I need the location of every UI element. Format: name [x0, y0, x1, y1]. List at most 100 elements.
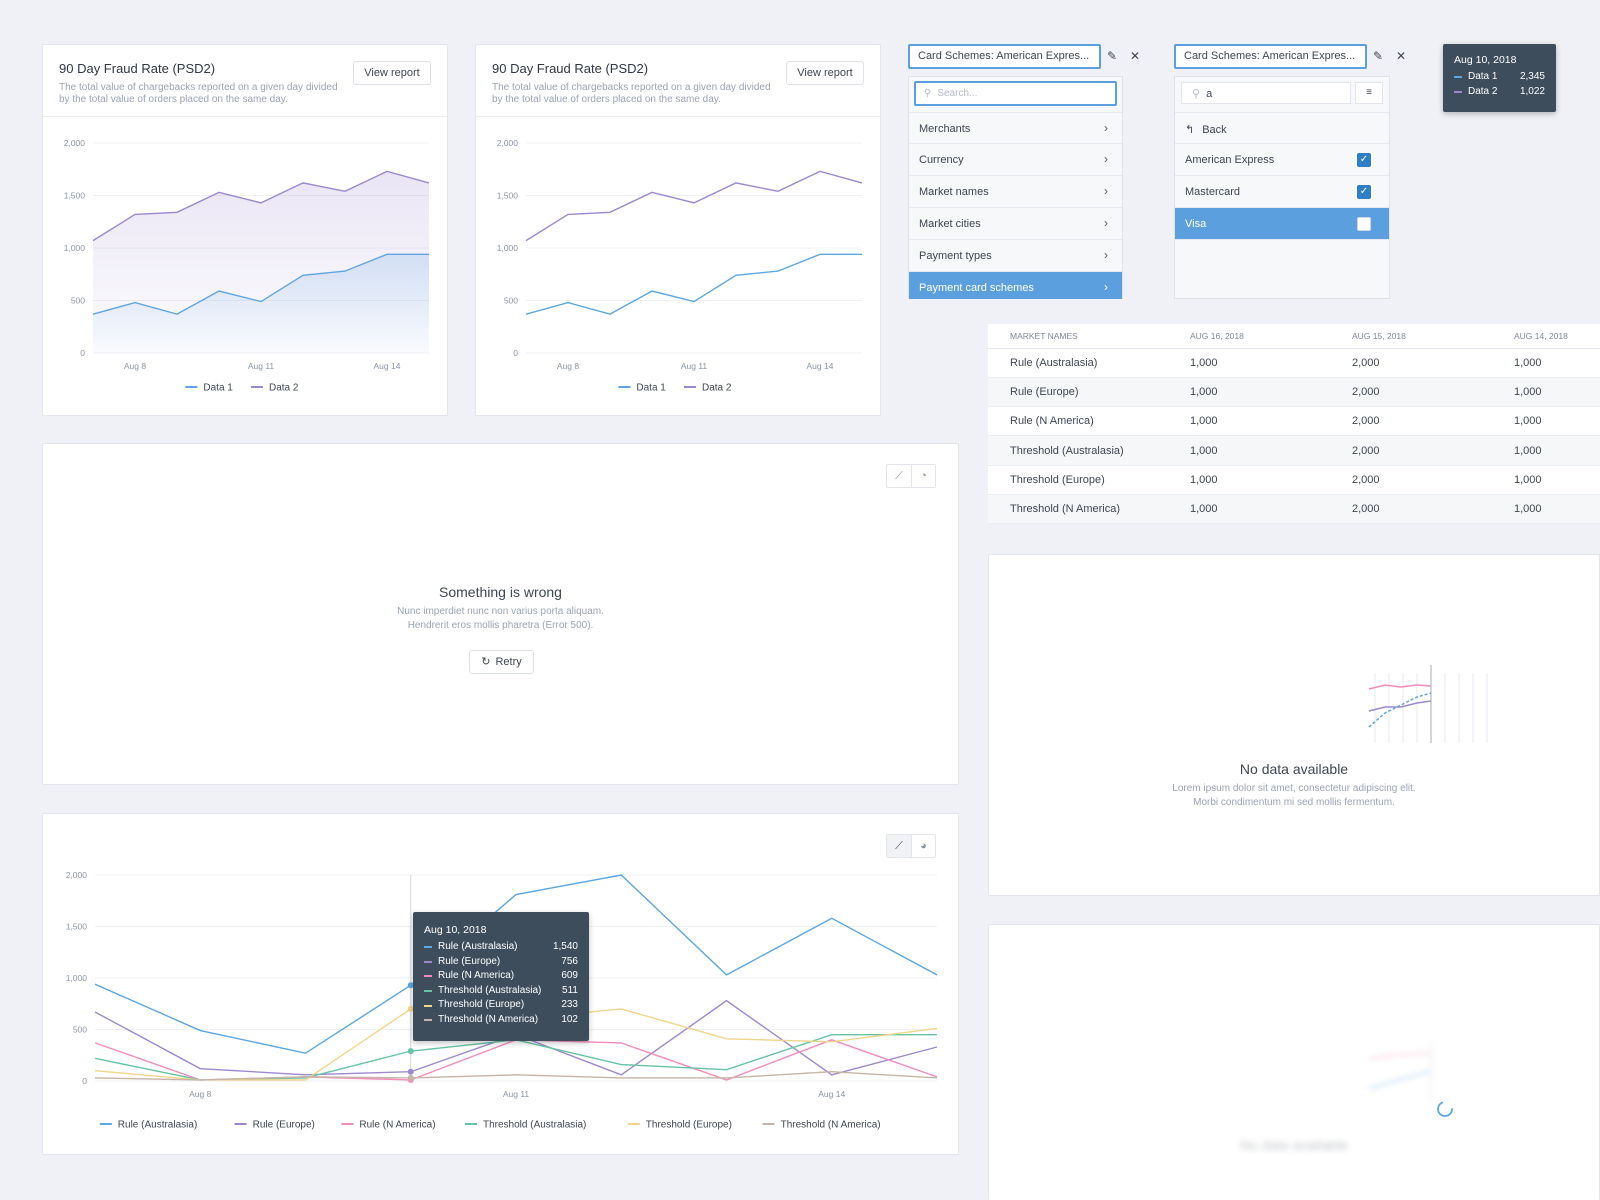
series-name: Rule (Australasia): [438, 941, 518, 952]
search-placeholder: Search...: [937, 88, 978, 99]
y-tick-label: 0: [82, 1076, 87, 1086]
checkbox-unchecked[interactable]: [1357, 217, 1371, 231]
menu-item-currency[interactable]: Currency ›: [909, 144, 1122, 176]
series-point-threshold-n-america: [407, 1074, 414, 1081]
x-tick-label: Aug 11: [248, 361, 275, 371]
menu-item-market-cities[interactable]: Market cities ›: [909, 208, 1122, 240]
table-cell: 2,000: [1330, 465, 1492, 495]
checkbox-checked[interactable]: ✓: [1357, 185, 1371, 199]
sort-button[interactable]: ≡: [1355, 82, 1383, 104]
multi-series-tooltip: Aug 10, 2018 Rule (Australasia) 1,540 Rul…: [413, 912, 589, 1041]
chevron-right-icon: ›: [1104, 121, 1108, 135]
tooltip-row: Rule (Europe) 756: [424, 955, 578, 970]
market-names-table: MARKET NAMES AUG 16, 2018 AUG 15, 2018 A…: [988, 324, 1600, 525]
legend-label: Data 1: [203, 383, 233, 394]
tooltip-row: Threshold (N America) 102: [424, 1013, 578, 1028]
clear-filter-button[interactable]: ✕: [1124, 44, 1146, 69]
column-header[interactable]: AUG 16, 2018: [1168, 324, 1330, 349]
option-visa[interactable]: Visa: [1175, 208, 1389, 240]
table-cell: 2,000: [1330, 435, 1492, 466]
sort-icon: ≡: [1366, 87, 1372, 98]
legend-label: Threshold (Europe): [646, 1120, 732, 1131]
x-tick-label: Aug 14: [818, 1089, 845, 1099]
menu-item-payment-card-schemes[interactable]: Payment card schemes ›: [909, 272, 1122, 299]
filter-search-input[interactable]: ⚲ Search...: [914, 81, 1117, 106]
series-swatch: [1454, 76, 1462, 79]
line-chart-icon[interactable]: ⟋: [887, 465, 911, 487]
y-tick-label: 500: [71, 296, 85, 306]
spinner-ring: [1437, 1101, 1453, 1117]
legend-label: Data 2: [702, 383, 732, 394]
column-header[interactable]: MARKET NAMES: [988, 324, 1168, 349]
pie-chart-icon[interactable]: ◔: [911, 465, 935, 487]
fraud-rate-card-area: 90 Day Fraud Rate (PSD2) The total value…: [42, 44, 448, 416]
menu-item-label: Payment card schemes: [919, 282, 1034, 294]
error-message-line2: Hendrerit eros mollis pharetra (Error 50…: [407, 620, 594, 631]
edit-filter-button[interactable]: ✎: [1367, 44, 1389, 69]
menu-item-market-names[interactable]: Market names ›: [909, 176, 1122, 208]
view-report-button[interactable]: View report: [353, 61, 431, 85]
series-point-threshold-australasia: [407, 1048, 414, 1055]
legend-item: Rule (Australasia): [99, 1120, 197, 1131]
no-data-illustration: [1368, 665, 1488, 743]
option-american-express[interactable]: American Express ✓: [1175, 144, 1389, 176]
series-area-data-2: [93, 171, 429, 353]
no-data-line2: Morbi condimentum mi sed mollis fermentu…: [1193, 797, 1395, 808]
series-swatch: [424, 946, 432, 949]
ghost-pink-line: [1368, 1052, 1432, 1060]
series-value: 511: [562, 984, 578, 996]
option-mastercard[interactable]: Mastercard ✓: [1175, 176, 1389, 208]
fraud-rate-card-line: 90 Day Fraud Rate (PSD2) The total value…: [475, 44, 881, 416]
error-chart-card: ⟋ ◔ Something is wrong Nunc imperdiet nun…: [42, 443, 959, 785]
checklist-search-input[interactable]: ⚲ a: [1181, 82, 1351, 104]
legend-label: Rule (Australasia): [118, 1120, 197, 1131]
legend-item: Data 1: [185, 383, 233, 394]
close-icon: ✕: [1129, 49, 1141, 63]
card-schemes-filter-input[interactable]: Card Schemes: American Expres...: [908, 44, 1101, 69]
edit-filter-button[interactable]: ✎: [1101, 44, 1123, 69]
y-tick-label: 2,000: [497, 138, 519, 148]
y-tick-label: 2,000: [64, 138, 86, 148]
series-value: 609: [561, 970, 578, 982]
menu-item-payment-types[interactable]: Payment types ›: [909, 240, 1122, 272]
legend-item: Threshold (Australasia): [465, 1120, 586, 1131]
series-name: Threshold (Australasia): [438, 984, 542, 996]
chart-legend: Data 1 Data 2: [618, 383, 732, 394]
clear-filter-button[interactable]: ✕: [1390, 44, 1412, 69]
view-report-button[interactable]: View report: [786, 61, 864, 85]
series-value: 102: [561, 1013, 578, 1025]
table-cell: 1,000: [1492, 348, 1600, 378]
checkbox-checked[interactable]: ✓: [1357, 153, 1371, 167]
menu-item-merchants[interactable]: Merchants ›: [909, 112, 1122, 144]
back-button[interactable]: ↰ Back: [1175, 112, 1389, 144]
tooltip-date: Aug 10, 2018: [424, 924, 487, 936]
table-cell: 2,000: [1330, 377, 1492, 408]
menu-item-label: Market names: [919, 186, 989, 198]
tooltip-row: Data 2 1,022: [1454, 85, 1545, 100]
option-label: American Express: [1185, 154, 1275, 166]
menu-item-label: Market cities: [919, 218, 981, 230]
table-row: Rule (N America) 1,000 2,000 1,000: [988, 406, 1600, 437]
retry-label: Retry: [495, 656, 522, 668]
series-point-rule-europe: [407, 1068, 414, 1075]
legend-item: Rule (N America): [341, 1120, 436, 1131]
filter-category-menu: ⚲ Search... Merchants › Currency › Market n…: [908, 76, 1123, 299]
table-cell: 1,000: [1168, 377, 1330, 408]
table-cell: 1,000: [1168, 435, 1330, 466]
table-cell: Threshold (Europe): [988, 465, 1168, 495]
no-data-line1: Lorem ipsum dolor sit amet, consectetur …: [1172, 783, 1416, 794]
table-cell: Threshold (Australasia): [988, 435, 1168, 466]
x-tick-label: Aug 14: [374, 361, 401, 371]
retry-button[interactable]: ↻ Retry: [469, 650, 534, 674]
tooltip-date: Aug 10, 2018: [1454, 54, 1517, 66]
x-tick-label: Aug 11: [503, 1089, 530, 1099]
card-schemes-filter-input-2[interactable]: Card Schemes: American Expres...: [1174, 44, 1367, 69]
table-cell: Rule (Australasia): [988, 348, 1168, 378]
card-description: The total value of chargebacks reported …: [492, 82, 771, 105]
series-swatch: [424, 1019, 432, 1022]
column-header[interactable]: AUG 14, 2018: [1492, 324, 1600, 349]
x-tick-label: Aug 11: [681, 361, 708, 371]
close-icon: ✕: [1395, 49, 1407, 63]
column-header[interactable]: AUG 15, 2018: [1330, 324, 1492, 349]
y-tick-label: 1,000: [497, 243, 519, 253]
